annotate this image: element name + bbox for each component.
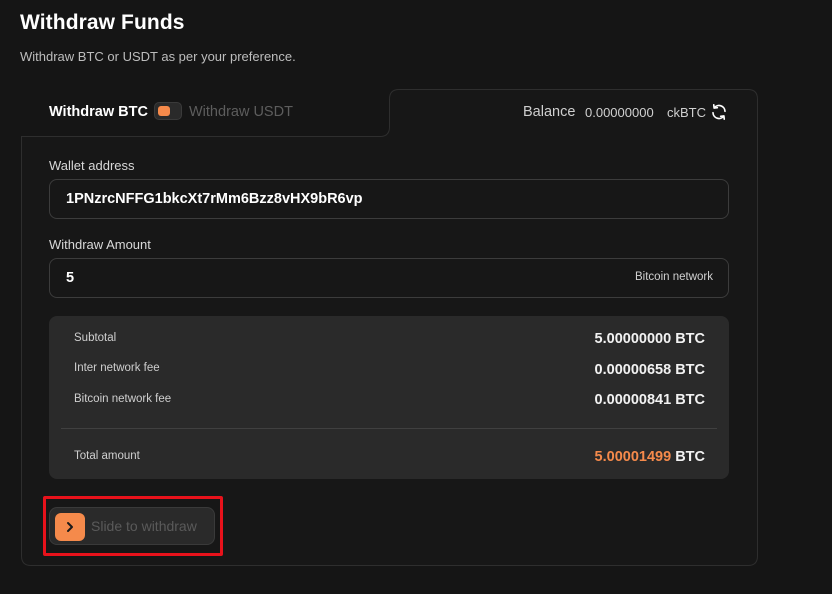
slide-to-withdraw-slider[interactable]: Slide to withdraw <box>49 507 215 545</box>
withdraw-amount-label: Withdraw Amount <box>49 237 151 252</box>
balance-value: 0.00000000 <box>585 105 654 120</box>
currency-toggle[interactable] <box>154 102 182 120</box>
withdraw-amount-input[interactable]: 5 Bitcoin network <box>49 258 729 298</box>
wallet-address-label: Wallet address <box>49 158 135 173</box>
chevron-right-icon <box>67 522 73 532</box>
page-title: Withdraw Funds <box>20 11 185 34</box>
wallet-address-input[interactable]: 1PNzrcNFFG1bkcXt7rMm6Bzz8vHX9bR6vp <box>49 179 729 219</box>
page-subtitle: Withdraw BTC or USDT as per your prefere… <box>20 49 296 64</box>
wallet-address-value: 1PNzrcNFFG1bkcXt7rMm6Bzz8vHX9bR6vp <box>66 191 363 207</box>
balance-unit: ckBTC <box>667 105 706 120</box>
balance-label: Balance <box>523 104 576 120</box>
tab-withdraw-usdt[interactable]: Withdraw USDT <box>189 104 293 120</box>
subtotal-value: 5.00000000 BTC <box>594 331 705 347</box>
refresh-icon[interactable] <box>710 103 728 121</box>
slider-handle[interactable] <box>55 513 85 541</box>
tab-withdraw-btc[interactable]: Withdraw BTC <box>49 104 148 120</box>
slider-label: Slide to withdraw <box>91 518 197 534</box>
bitcoin-network-fee-value: 0.00000841 BTC <box>594 392 705 408</box>
fee-summary: Subtotal 5.00000000 BTC Inter network fe… <box>49 316 729 479</box>
total-amount-value: 5.00001499 BTC <box>594 449 705 465</box>
total-amount-label: Total amount <box>74 450 140 462</box>
summary-divider <box>61 428 717 429</box>
inter-network-fee-label: Inter network fee <box>74 362 160 374</box>
subtotal-label: Subtotal <box>74 332 117 344</box>
withdraw-amount-value: 5 <box>66 270 75 286</box>
inter-network-fee-value: 0.00000658 BTC <box>594 362 705 378</box>
withdraw-tab-group: Withdraw BTC Withdraw USDT <box>21 89 390 137</box>
network-label: Bitcoin network <box>635 271 713 283</box>
balance-section: Balance 0.00000000 ckBTC <box>390 90 757 136</box>
bitcoin-network-fee-label: Bitcoin network fee <box>74 393 172 405</box>
toggle-knob <box>158 106 170 116</box>
